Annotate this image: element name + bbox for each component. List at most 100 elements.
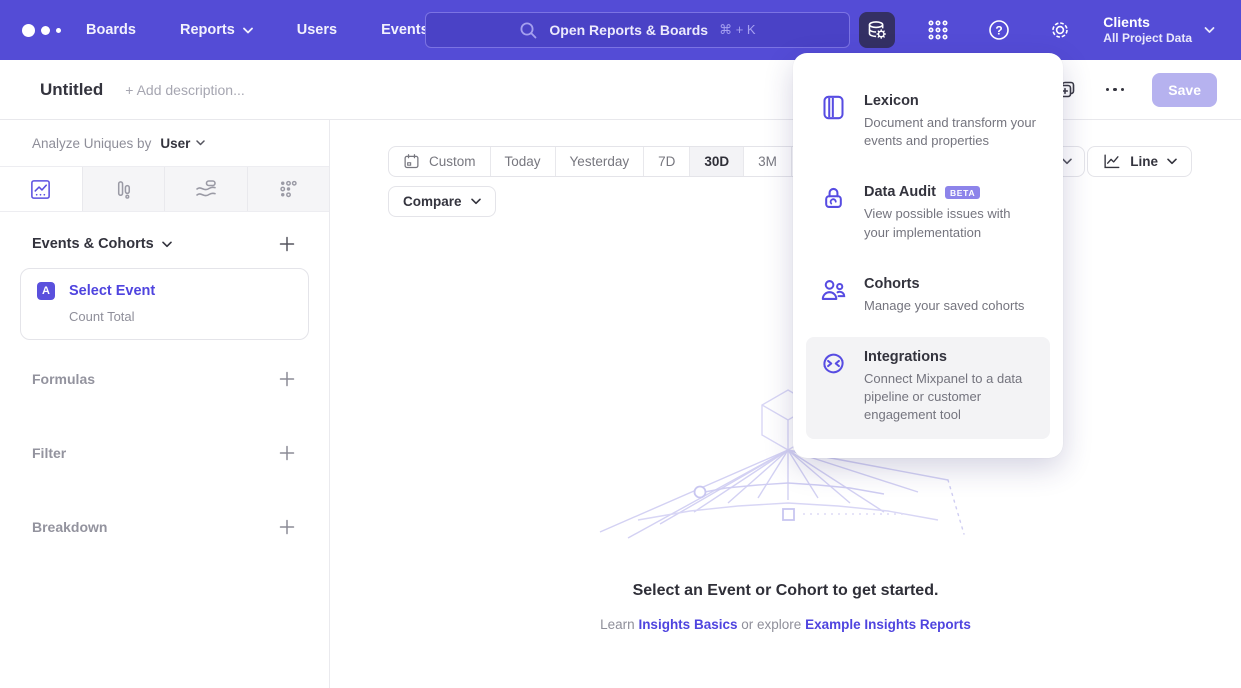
breakdown-section: Breakdown	[0, 492, 329, 562]
filter-section: Filter	[0, 418, 329, 488]
insights-basics-link[interactable]: Insights Basics	[638, 617, 737, 632]
example-insights-reports-link[interactable]: Example Insights Reports	[805, 617, 971, 632]
breakdown-label: Breakdown	[32, 519, 107, 535]
menu-item-data-audit[interactable]: Data AuditBETA View possible issues with…	[806, 172, 1050, 255]
bar-chart-icon	[112, 178, 135, 201]
apps-grid-button[interactable]	[920, 12, 956, 48]
events-cohorts-header[interactable]: Events & Cohorts	[32, 236, 172, 252]
chevron-down-icon	[1062, 158, 1072, 165]
chevron-down-icon	[243, 27, 253, 34]
help-icon: ?	[988, 19, 1010, 41]
chart-area: Custom Today Yesterday 7D 30D 3M 6M Comp…	[330, 120, 1241, 688]
nav-label: Boards	[86, 22, 136, 38]
help-button[interactable]: ?	[981, 12, 1017, 48]
primary-nav: Boards Reports Users Events	[86, 22, 429, 38]
search-shortcut: ⌘ + K	[719, 22, 756, 38]
nav-label: Users	[297, 22, 337, 38]
select-event-button[interactable]: Select Event	[69, 283, 155, 299]
audit-lock-icon	[820, 185, 847, 212]
menu-item-description: View possible issues with your implement…	[864, 205, 1038, 241]
clients-label: Clients	[1103, 13, 1192, 31]
nav-item-users[interactable]: Users	[297, 22, 337, 38]
top-right-cluster: ? Clients All Project Data	[859, 0, 1241, 60]
nav-label: Reports	[180, 22, 235, 38]
aggregation-dropdown[interactable]: Count Total	[69, 309, 292, 324]
flow-icon	[194, 177, 218, 201]
nav-label: Events	[381, 22, 429, 38]
analyze-by-value: User	[160, 136, 190, 151]
event-selector-card[interactable]: A Select Event Count Total	[20, 268, 309, 340]
search-placeholder: Open Reports & Boards	[549, 22, 708, 38]
chart-style-label: Line	[1130, 154, 1158, 169]
add-breakdown-button[interactable]	[279, 519, 295, 535]
query-builder-sidebar: Analyze Uniques by User	[0, 120, 330, 688]
top-nav-bar: Boards Reports Users Events Open Reports…	[0, 0, 1241, 60]
nav-item-boards[interactable]: Boards	[86, 22, 136, 38]
chart-type-tabs	[0, 166, 329, 212]
save-button[interactable]: Save	[1152, 73, 1217, 107]
menu-item-lexicon[interactable]: Lexicon Document and transform your even…	[806, 81, 1050, 164]
formulas-label: Formulas	[32, 371, 95, 387]
svg-text:?: ?	[996, 23, 1003, 37]
menu-item-title: Cohorts	[864, 276, 920, 292]
menu-item-description: Connect Mixpanel to a data pipeline or c…	[864, 370, 1038, 425]
more-options-button[interactable]	[1102, 84, 1129, 96]
gear-icon	[1049, 19, 1071, 41]
series-a-badge: A	[37, 282, 55, 300]
add-filter-button[interactable]	[279, 445, 295, 461]
tab-metric-chart[interactable]	[247, 167, 330, 211]
compare-dropdown[interactable]: Compare	[388, 186, 496, 217]
menu-item-title: Lexicon	[864, 93, 919, 109]
menu-item-integrations[interactable]: Integrations Connect Mixpanel to a data …	[806, 337, 1050, 439]
chevron-down-icon	[1167, 158, 1177, 165]
menu-item-description: Manage your saved cohorts	[864, 297, 1024, 315]
cohorts-people-icon	[820, 277, 847, 304]
explore-text: or explore	[741, 617, 801, 632]
date-range-7d[interactable]: 7D	[644, 147, 690, 176]
date-range-custom[interactable]: Custom	[389, 147, 491, 176]
compare-label: Compare	[403, 194, 462, 209]
tab-line-chart[interactable]	[0, 167, 82, 211]
settings-button[interactable]	[1042, 12, 1078, 48]
menu-item-title: Integrations	[864, 349, 947, 365]
tab-bar-chart[interactable]	[82, 167, 165, 211]
global-search-input[interactable]: Open Reports & Boards ⌘ + K	[425, 12, 850, 48]
menu-item-title: Data Audit	[864, 184, 936, 200]
calendar-icon	[403, 153, 420, 170]
grid-dots-icon	[927, 19, 949, 41]
search-icon	[519, 21, 538, 40]
empty-state-title: Select an Event or Cohort to get started…	[330, 582, 1241, 600]
nav-item-events[interactable]: Events	[381, 22, 429, 38]
nav-item-reports[interactable]: Reports	[180, 22, 253, 38]
add-description-field[interactable]: + Add description...	[125, 82, 244, 98]
date-range-yesterday[interactable]: Yesterday	[556, 147, 645, 176]
date-range-30d[interactable]: 30D	[690, 147, 744, 176]
add-formula-button[interactable]	[279, 371, 295, 387]
date-range-label: Custom	[429, 154, 476, 169]
chart-style-dropdown[interactable]: Line	[1087, 146, 1192, 177]
project-name: All Project Data	[1103, 31, 1192, 47]
chevron-down-icon	[1204, 26, 1215, 34]
chevron-down-icon	[162, 241, 172, 248]
line-style-icon	[1102, 153, 1121, 170]
analyze-by-dropdown[interactable]: User	[160, 136, 205, 151]
events-cohorts-label: Events & Cohorts	[32, 236, 154, 252]
formulas-section: Formulas	[0, 344, 329, 414]
analyze-uniques-label: Analyze Uniques by	[32, 136, 151, 151]
project-switcher[interactable]: Clients All Project Data	[1103, 13, 1215, 47]
mixpanel-logo-icon[interactable]	[22, 24, 74, 37]
tab-flow-chart[interactable]	[164, 167, 247, 211]
data-management-button[interactable]	[859, 12, 895, 48]
chevron-down-icon	[196, 140, 205, 146]
date-range-today[interactable]: Today	[491, 147, 556, 176]
integrations-sync-icon	[820, 350, 847, 377]
learn-prefix: Learn	[600, 617, 635, 632]
chevron-down-icon	[471, 198, 481, 205]
menu-item-cohorts[interactable]: Cohorts Manage your saved cohorts	[806, 264, 1050, 329]
report-title[interactable]: Untitled	[40, 80, 103, 100]
date-range-3m[interactable]: 3M	[744, 147, 792, 176]
metric-dots-icon	[277, 178, 300, 201]
add-event-button[interactable]	[279, 236, 295, 252]
filter-label: Filter	[32, 445, 66, 461]
book-icon	[820, 94, 847, 121]
